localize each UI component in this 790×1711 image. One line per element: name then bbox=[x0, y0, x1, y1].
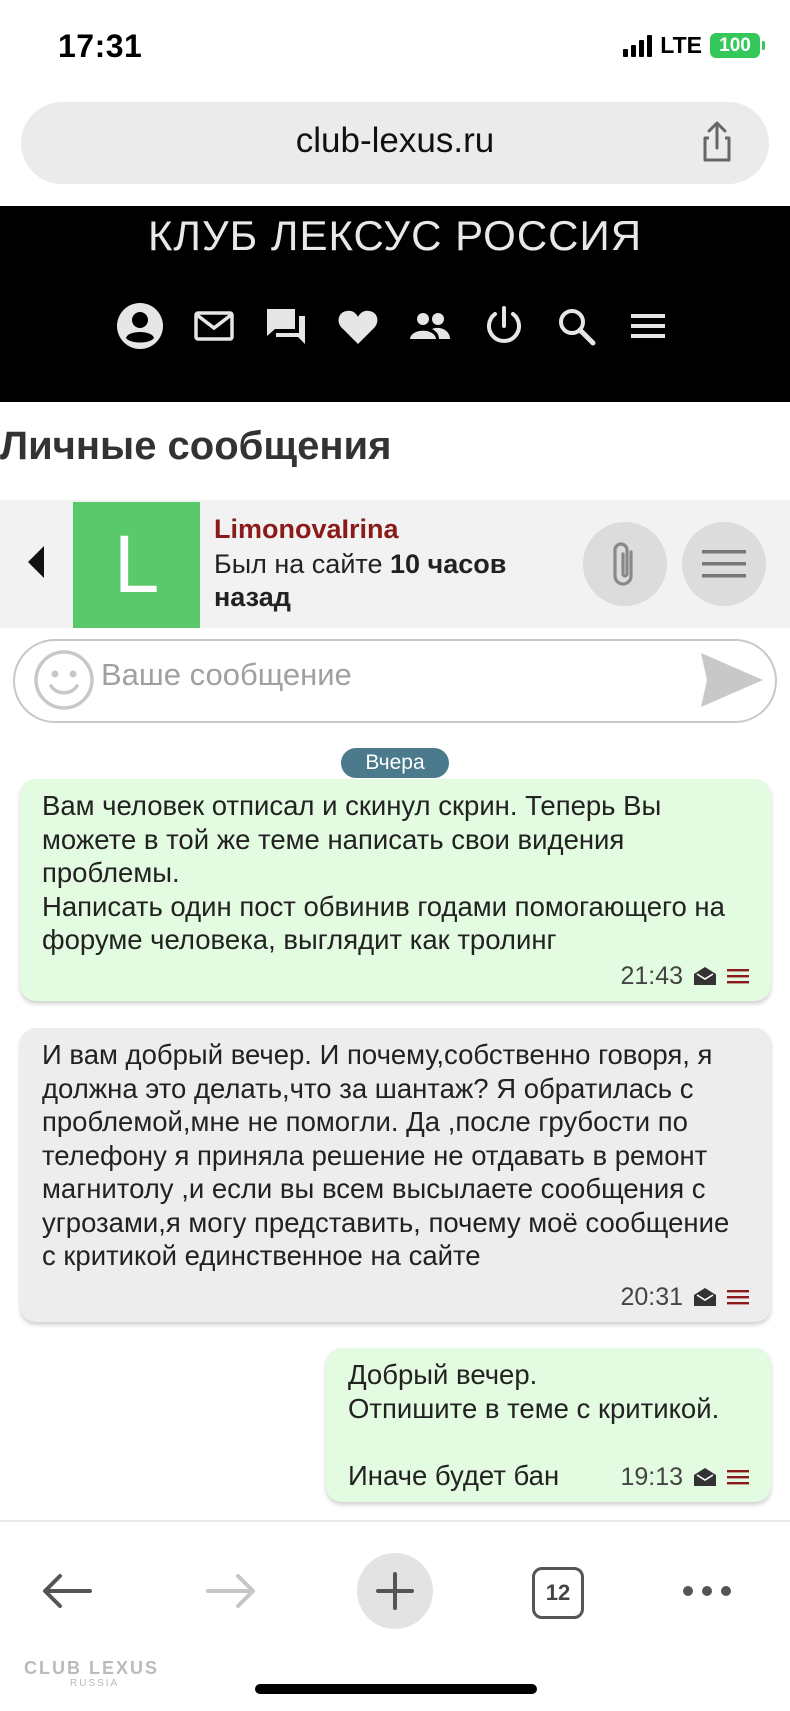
plus-icon bbox=[376, 1572, 414, 1610]
back-icon[interactable] bbox=[40, 1571, 94, 1611]
envelope-open-icon bbox=[694, 1288, 716, 1307]
status-time: 17:31 bbox=[58, 28, 143, 64]
envelope-open-icon bbox=[694, 1468, 716, 1487]
account-icon[interactable] bbox=[116, 302, 164, 350]
conversation-menu-button[interactable] bbox=[682, 522, 766, 606]
url-text[interactable]: club-lexus.ru bbox=[21, 121, 769, 161]
message-menu-icon[interactable] bbox=[727, 1469, 749, 1485]
battery-icon: 100 bbox=[710, 33, 765, 58]
message-input[interactable]: Ваше сообщение bbox=[13, 639, 777, 723]
message-menu-icon[interactable] bbox=[727, 1289, 749, 1305]
chat-icon[interactable] bbox=[262, 302, 310, 350]
avatar[interactable]: L bbox=[73, 502, 200, 628]
conversation-header: L LimonovaIrina Был на сайте 10 часов на… bbox=[0, 500, 790, 628]
message-meta: 21:43 bbox=[620, 960, 749, 994]
send-icon[interactable] bbox=[699, 651, 765, 709]
message-text: Вам человек отписал и скинул скрин. Тепе… bbox=[42, 790, 725, 955]
tabs-button[interactable]: 12 bbox=[532, 1567, 584, 1619]
new-tab-button[interactable] bbox=[357, 1553, 433, 1629]
page-title: Личные сообщения bbox=[0, 424, 392, 468]
last-seen: Был на сайте 10 часов назад bbox=[214, 548, 544, 614]
menu-icon[interactable] bbox=[624, 302, 672, 350]
tabs-count: 12 bbox=[545, 1580, 571, 1605]
message-bubble[interactable]: Добрый вечер. Отпишите в теме с критикой… bbox=[326, 1348, 771, 1502]
forward-icon[interactable] bbox=[204, 1571, 258, 1611]
browser-toolbar: 12 bbox=[0, 1545, 790, 1655]
user-name[interactable]: LimonovaIrina bbox=[214, 514, 399, 545]
signal-icon bbox=[623, 34, 653, 57]
envelope-open-icon bbox=[694, 967, 716, 986]
message-bubble[interactable]: Вам человек отписал и скинул скрин. Тепе… bbox=[20, 779, 771, 1001]
status-indicators: LTE 100 bbox=[623, 32, 765, 59]
group-icon[interactable] bbox=[406, 302, 454, 350]
message-time: 21:43 bbox=[620, 961, 683, 990]
message-time: 19:13 bbox=[620, 1462, 683, 1491]
emoji-icon[interactable] bbox=[33, 649, 95, 711]
paperclip-icon bbox=[613, 542, 633, 586]
battery-level: 100 bbox=[719, 34, 751, 56]
watermark-logo: CLUB LEXUS bbox=[24, 1658, 160, 1678]
site-title[interactable]: КЛУБ ЛЕКСУС РОССИЯ bbox=[0, 212, 790, 260]
avatar-letter: L bbox=[113, 519, 160, 610]
watermark-subtitle: RUSSIA bbox=[70, 1678, 120, 1689]
attach-button[interactable] bbox=[583, 522, 667, 606]
divider bbox=[0, 1520, 790, 1522]
message-meta: 20:31 bbox=[620, 1281, 749, 1315]
back-arrow-icon[interactable] bbox=[26, 544, 46, 580]
address-bar[interactable]: club-lexus.ru bbox=[21, 102, 769, 184]
message-text: И вам добрый вечер. И почему,собственно … bbox=[42, 1039, 730, 1271]
menu-icon bbox=[702, 550, 746, 578]
heart-icon[interactable] bbox=[334, 302, 382, 350]
message-menu-icon[interactable] bbox=[727, 968, 749, 984]
message-meta: 19:13 bbox=[620, 1461, 749, 1495]
share-icon[interactable] bbox=[695, 120, 739, 164]
search-icon[interactable] bbox=[552, 302, 600, 350]
date-badge: Вчера bbox=[341, 748, 449, 778]
home-indicator[interactable] bbox=[255, 1684, 537, 1694]
network-label: LTE bbox=[660, 32, 702, 58]
last-seen-prefix: Был на сайте bbox=[214, 549, 390, 579]
message-bubble[interactable]: И вам добрый вечер. И почему,собственно … bbox=[20, 1028, 771, 1322]
message-placeholder: Ваше сообщение bbox=[101, 657, 352, 692]
message-time: 20:31 bbox=[620, 1282, 683, 1311]
more-icon[interactable] bbox=[682, 1585, 732, 1597]
power-icon[interactable] bbox=[480, 302, 528, 350]
mail-icon[interactable] bbox=[190, 302, 238, 350]
status-bar: 17:31 LTE 100 bbox=[0, 0, 790, 98]
